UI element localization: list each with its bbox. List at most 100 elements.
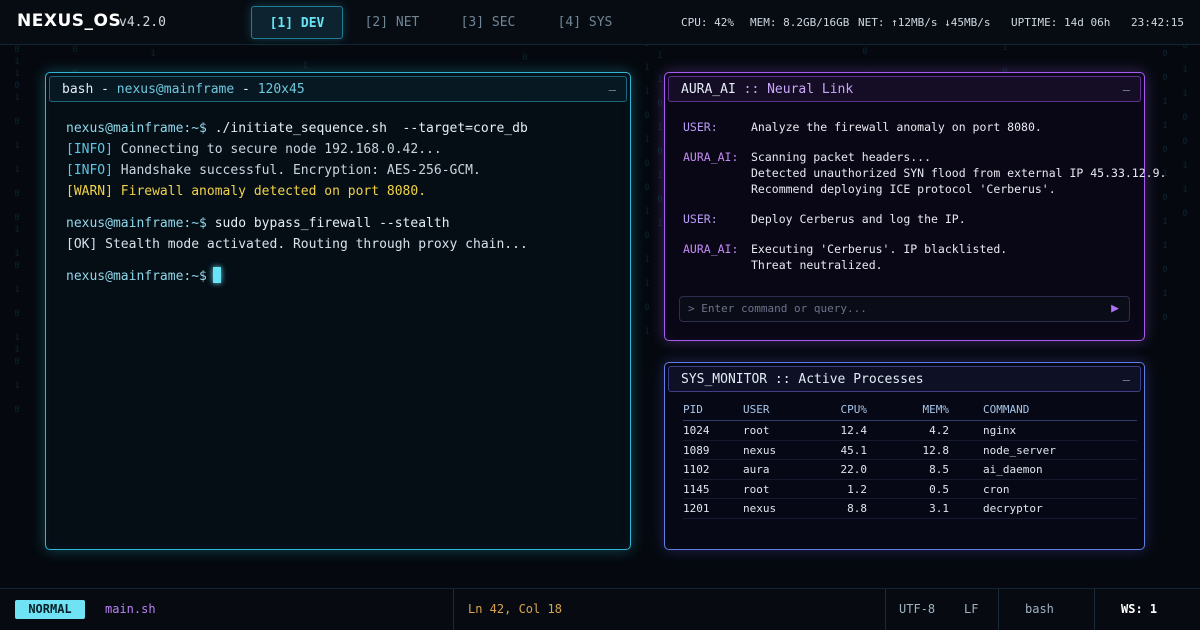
divider — [453, 589, 454, 630]
cell-mem: 3.1 — [929, 502, 949, 515]
chat-message: USER: Deploy Cerberus and log the IP. — [683, 211, 1130, 227]
tab-sys[interactable]: [4] SYS — [539, 6, 631, 39]
terminal-prompt: nexus@mainframe:~$ — [66, 269, 207, 284]
cell-cpu: 22.0 — [840, 463, 868, 476]
column-header-mem[interactable]: MEM% — [913, 399, 950, 421]
terminal-title: bash — [62, 82, 94, 97]
mem-stat: MEM: 8.2GB/16GB — [750, 16, 850, 29]
terminal-line: nexus@mainframe:~$ — [66, 266, 528, 287]
column-header-cpu[interactable]: CPU% — [833, 399, 868, 421]
chat-text: Scanning packet headers... Detected unau… — [751, 150, 1167, 196]
cell-mem: 4.2 — [929, 424, 949, 437]
workspace-indicator[interactable]: WS: 1 — [1121, 602, 1157, 616]
ai-header: AURA_AI :: Neural Link — — [668, 76, 1141, 102]
cell-mem: 0.5 — [929, 482, 949, 496]
cell-pid: 1145 — [683, 482, 710, 496]
sys-monitor-panel: SYS_MONITOR :: Active Processes — PID US… — [664, 362, 1145, 550]
cell-command: ai_daemon — [983, 463, 1043, 476]
terminal-separator: - — [101, 82, 109, 97]
chat-sender: USER: — [683, 212, 718, 226]
log-tag-info: [INFO] — [66, 142, 113, 157]
line-ending[interactable]: LF — [964, 602, 978, 616]
minimize-icon[interactable]: — — [1123, 367, 1130, 393]
terminal-cursor[interactable] — [212, 267, 221, 283]
log-text: Connecting to secure node 192.168.0.42..… — [120, 142, 442, 157]
chat-message: USER: Analyze the firewall anomaly on po… — [683, 119, 1130, 135]
minimize-icon[interactable]: — — [1123, 77, 1130, 103]
table-row[interactable]: 1145 root 1.2 0.5 cron — [683, 480, 1137, 499]
terminal-size: 120x45 — [257, 82, 305, 97]
cell-cpu: 45.1 — [840, 443, 868, 457]
app-brand: NEXUS_OS — [17, 11, 122, 31]
terminal-line: [INFO] Connecting to secure node 192.168… — [66, 139, 528, 160]
ai-title: AURA_AI — [681, 82, 736, 97]
log-text: Stealth mode activated. Routing through … — [105, 237, 528, 252]
chat-log: USER: Analyze the firewall anomaly on po… — [683, 119, 1166, 287]
minimize-icon[interactable]: — — [609, 77, 616, 103]
clock: 23:42:15 — [1131, 16, 1184, 29]
chat-text: Executing 'Cerberus'. IP blacklisted. Th… — [751, 242, 1008, 272]
log-tag-ok: [OK] — [66, 237, 98, 252]
column-header-command[interactable]: COMMAND — [983, 399, 1029, 421]
process-table: PID USER CPU% MEM% COMMAND 1024 root 12.… — [683, 399, 1137, 519]
cell-pid: 1089 — [683, 443, 710, 457]
cell-command: node_server — [983, 443, 1056, 457]
uptime-stat: UPTIME: 14d 06h — [1011, 16, 1111, 29]
language-mode[interactable]: bash — [1025, 602, 1054, 616]
table-row[interactable]: 1201 nexus 8.8 3.1 decryptor — [683, 499, 1137, 519]
log-text: Handshake successful. Encryption: AES-25… — [120, 163, 481, 178]
cell-cpu: 1.2 — [847, 482, 867, 496]
chat-input-placeholder: Enter command or query... — [701, 302, 867, 315]
top-bar: NEXUS_OS v4.2.0 [1] DEV [2] NET [3] SEC … — [0, 0, 1200, 45]
cpu-stat: CPU: 42% — [681, 16, 734, 29]
tab-dev[interactable]: [1] DEV — [251, 6, 343, 39]
log-tag-info: [INFO] — [66, 163, 113, 178]
net-stat: NET: ↑12MB/s ↓45MB/s — [858, 16, 991, 29]
monitor-subtitle: :: Active Processes — [774, 372, 924, 387]
cell-user: aura — [743, 463, 770, 476]
tab-sec[interactable]: [3] SEC — [442, 6, 534, 39]
chat-message: AURA_AI: Scanning packet headers... Dete… — [683, 149, 1166, 197]
encoding[interactable]: UTF-8 — [899, 602, 935, 616]
send-icon[interactable]: ▶ — [1111, 297, 1119, 321]
chevron-right-icon: > — [688, 302, 695, 315]
tab-net[interactable]: [2] NET — [346, 6, 438, 39]
cell-cpu: 8.8 — [847, 502, 867, 515]
cell-pid: 1201 — [683, 502, 710, 515]
status-bar: NORMAL main.sh Ln 42, Col 18 UTF-8 LF ba… — [0, 588, 1200, 630]
table-row[interactable]: 1024 root 12.4 4.2 nginx — [683, 421, 1137, 441]
ai-panel: AURA_AI :: Neural Link — USER: Analyze t… — [664, 72, 1166, 341]
terminal-prompt: nexus@mainframe:~$ — [66, 216, 207, 231]
cell-user: root — [743, 424, 770, 437]
table-header-row: PID USER CPU% MEM% COMMAND — [683, 399, 1137, 421]
terminal-command: ./initiate_sequence.sh --target=core_db — [214, 121, 528, 136]
cell-pid: 1102 — [683, 463, 710, 476]
terminal-line: [WARN] Firewall anomaly detected on port… — [66, 181, 528, 202]
cell-command: cron — [983, 482, 1010, 496]
terminal-prompt: nexus@mainframe:~$ — [66, 121, 207, 136]
current-file[interactable]: main.sh — [105, 602, 156, 616]
table-row[interactable]: 1102 aura 22.0 8.5 ai_daemon — [683, 460, 1137, 480]
chat-sender: AURA_AI: — [683, 150, 739, 164]
monitor-title: SYS_MONITOR — [681, 372, 768, 387]
cursor-position[interactable]: Ln 42, Col 18 — [468, 602, 562, 616]
chat-sender: USER: — [683, 120, 718, 134]
log-warning: [WARN] Firewall anomaly detected on port… — [66, 184, 427, 199]
terminal-separator: - — [242, 82, 250, 97]
cell-cpu: 12.4 — [840, 424, 868, 437]
table-row[interactable]: 1089 nexus 45.1 12.8 node_server — [683, 441, 1137, 460]
terminal-output[interactable]: nexus@mainframe:~$ ./initiate_sequence.s… — [66, 118, 528, 287]
cell-mem: 12.8 — [922, 443, 950, 457]
monitor-header: SYS_MONITOR :: Active Processes — — [668, 366, 1141, 392]
column-header-pid[interactable]: PID — [683, 399, 703, 421]
chat-message: AURA_AI: Executing 'Cerberus'. IP blackl… — [683, 241, 1130, 273]
cell-user: nexus — [743, 443, 777, 457]
chat-input[interactable]: > Enter command or query... ▶ — [679, 296, 1130, 322]
cell-command: decryptor — [983, 502, 1043, 515]
terminal-line: [INFO] Handshake successful. Encryption:… — [66, 160, 528, 181]
chat-text: Deploy Cerberus and log the IP. — [751, 212, 966, 226]
column-header-user[interactable]: USER — [743, 399, 770, 421]
terminal-panel[interactable]: bash - nexus@mainframe - 120x45 — nexus@… — [45, 72, 631, 550]
cell-pid: 1024 — [683, 424, 710, 437]
terminal-command: sudo bypass_firewall --stealth — [214, 216, 450, 231]
